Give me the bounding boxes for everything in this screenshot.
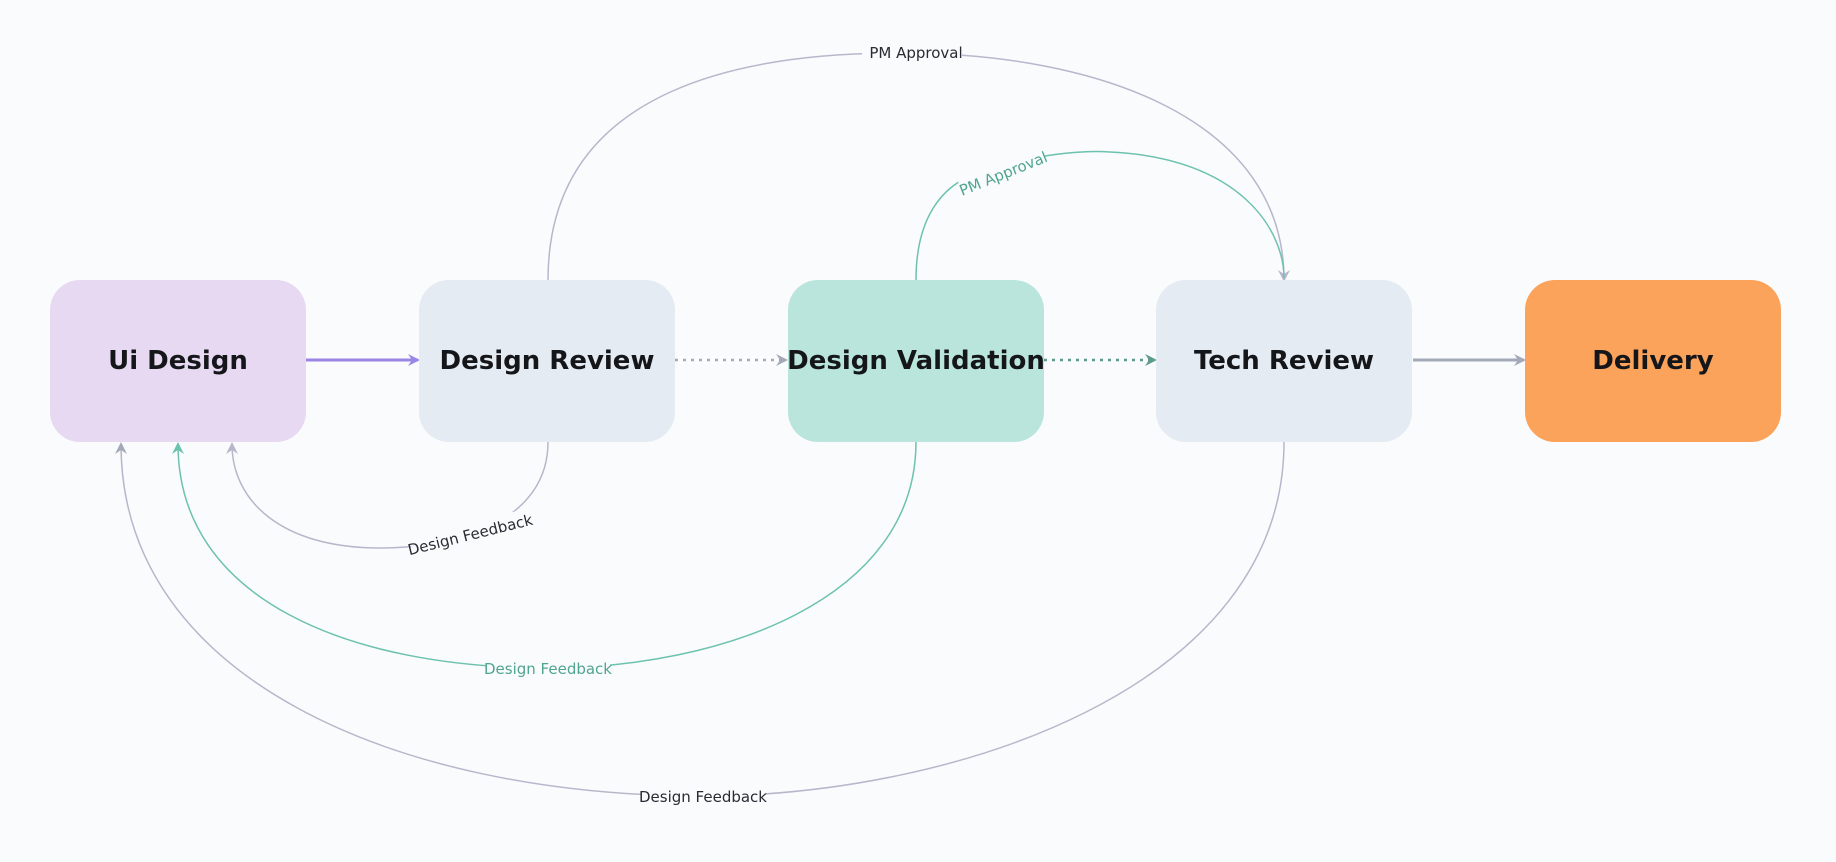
edge-feedback-validation-to-ui[interactable] — [172, 441, 917, 669]
edge-label-pm-approval-top: PM Approval — [869, 44, 962, 62]
node-delivery[interactable]: Delivery — [1525, 280, 1781, 442]
edge-label-feedback-mid: Design Feedback — [484, 660, 612, 678]
edge-pm-approval-validation-to-tech[interactable] — [915, 150, 1285, 281]
edge-feedback-tech-to-ui[interactable] — [115, 441, 1285, 797]
node-design-review[interactable]: Design Review — [419, 280, 675, 442]
node-label: Ui Design — [108, 346, 248, 376]
node-label: Delivery — [1592, 346, 1714, 376]
edge-label-pm-approval-mid: PM Approval — [957, 148, 1050, 200]
node-ui-design[interactable]: Ui Design — [50, 280, 306, 442]
edge-label-feedback-long: Design Feedback — [639, 788, 767, 806]
diagram-canvas: PM Approval PM Approval Design Feedback … — [0, 0, 1836, 862]
node-tech-review[interactable]: Tech Review — [1156, 280, 1412, 442]
node-label: Design Validation — [787, 346, 1045, 376]
edge-pm-approval-review-to-tech[interactable] — [547, 52, 1290, 282]
node-design-validation[interactable]: Design Validation — [787, 280, 1045, 442]
node-label: Design Review — [439, 346, 655, 376]
node-label: Tech Review — [1193, 346, 1375, 376]
